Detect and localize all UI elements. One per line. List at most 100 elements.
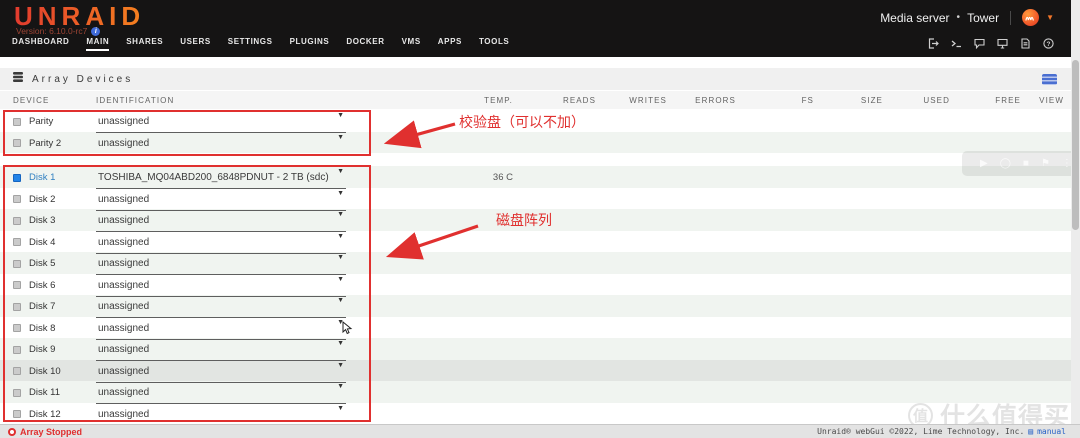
nav-shares[interactable]: SHARES	[126, 37, 163, 51]
disk-assignment-select[interactable]: unassigned ▼	[96, 252, 346, 275]
chevron-down-icon: ▼	[337, 405, 344, 412]
array-devices-icon	[12, 70, 24, 88]
device-label: Parity 2	[29, 138, 61, 149]
array-devices-title: Array Devices	[32, 74, 133, 85]
table-row: Disk 1 TOSHIBA_MQ04ABD200_6848PDNUT - 2 …	[0, 166, 1071, 188]
log-icon[interactable]	[1020, 38, 1031, 49]
chevron-down-icon: ▼	[337, 190, 344, 197]
disk-status-icon	[13, 389, 21, 397]
app-header: UNRAID Version: 6.10.0-rc7 i Media serve…	[0, 0, 1080, 57]
chevron-down-icon: ▼	[337, 211, 344, 218]
disk-assignment-select[interactable]: unassigned ▼	[96, 110, 346, 133]
disk-assignment-select[interactable]: TOSHIBA_MQ04ABD200_6848PDNUT - 2 TB (sdc…	[96, 166, 346, 189]
nav-vms[interactable]: VMS	[402, 37, 421, 51]
divider	[1010, 11, 1011, 25]
nav-plugins[interactable]: PLUGINS	[290, 37, 330, 51]
disk-rows-group: Disk 1 TOSHIBA_MQ04ABD200_6848PDNUT - 2 …	[0, 166, 1071, 424]
chevron-down-icon: ▼	[337, 340, 344, 347]
chevron-down-icon: ▼	[337, 383, 344, 390]
array-devices-header: Array Devices	[0, 68, 1071, 90]
scrollbar-thumb[interactable]	[1072, 60, 1079, 230]
copyright-text: Unraid® webGui ©2022, Lime Technology, I…	[817, 427, 1024, 436]
selected-device-value: unassigned	[98, 237, 149, 248]
disk-assignment-select[interactable]: unassigned ▼	[96, 274, 346, 297]
nav-docker[interactable]: DOCKER	[346, 37, 384, 51]
play-icon: ▶	[980, 158, 988, 169]
disk-status-icon	[13, 346, 21, 354]
disk-status-icon	[13, 410, 21, 418]
disk-status-icon	[13, 238, 21, 246]
chevron-down-icon: ▼	[337, 276, 344, 283]
parity-rows-group: Parity unassigned ▼ Parity 2 unassigned	[0, 110, 1071, 153]
selected-device-value: unassigned	[98, 409, 149, 420]
nav-apps[interactable]: APPS	[438, 37, 462, 51]
table-row: Disk 3 unassigned ▼	[0, 209, 1071, 231]
selected-device-value: unassigned	[98, 387, 149, 398]
nav-main[interactable]: MAIN	[86, 37, 109, 51]
circle-icon: ◯	[1000, 158, 1011, 169]
list-view-toggle-icon[interactable]	[1042, 74, 1057, 85]
manual-book-icon: ▤	[1028, 427, 1033, 436]
help-icon[interactable]: ?	[1043, 38, 1054, 49]
version-info-icon[interactable]: i	[91, 27, 100, 36]
chevron-down-icon: ▼	[337, 134, 344, 141]
table-row: Parity unassigned ▼	[0, 110, 1071, 132]
disk-assignment-select[interactable]: unassigned ▼	[96, 295, 346, 318]
selected-device-value: unassigned	[98, 366, 149, 377]
disk-status-icon	[13, 174, 21, 182]
main-nav: DASHBOARD MAIN SHARES USERS SETTINGS PLUGINS D…	[12, 37, 509, 51]
disk-assignment-select[interactable]: unassigned ▼	[96, 403, 346, 426]
device-label[interactable]: Disk 1	[29, 172, 55, 183]
flag-icon: ⚑	[1041, 158, 1050, 169]
vertical-scrollbar[interactable]	[1071, 0, 1080, 438]
array-stopped-icon	[8, 428, 16, 436]
device-label: Disk 2	[29, 194, 55, 205]
chevron-down-icon: ▼	[337, 233, 344, 240]
table-row: Disk 5 unassigned ▼	[0, 252, 1071, 274]
disk-status-icon	[13, 260, 21, 268]
nav-dashboard[interactable]: DASHBOARD	[12, 37, 69, 51]
disk-assignment-select[interactable]: unassigned ▼	[96, 338, 346, 361]
table-row: Parity 2 unassigned ▼	[0, 132, 1071, 154]
selected-device-value: unassigned	[98, 138, 149, 149]
device-label: Disk 11	[29, 387, 60, 398]
display-icon[interactable]	[997, 38, 1008, 49]
disk-assignment-select[interactable]: unassigned ▼	[96, 360, 346, 383]
device-label: Disk 7	[29, 301, 55, 312]
nav-users[interactable]: USERS	[180, 37, 211, 51]
table-row: Disk 4 unassigned ▼	[0, 231, 1071, 253]
chevron-down-icon[interactable]: ▼	[1046, 13, 1054, 22]
disk-assignment-select[interactable]: unassigned ▼	[96, 381, 346, 404]
feedback-icon[interactable]	[974, 38, 985, 49]
disk-status-icon	[13, 281, 21, 289]
column-header-writes: WRITES	[596, 96, 667, 105]
column-header-device: DEVICE	[0, 96, 96, 105]
disk-status-icon	[13, 367, 21, 375]
mouse-cursor	[342, 321, 354, 335]
disk-assignment-select[interactable]: unassigned ▼	[96, 209, 346, 232]
logout-icon[interactable]	[928, 38, 939, 49]
selected-device-value: unassigned	[98, 301, 149, 312]
server-description: Media server	[880, 11, 949, 25]
chevron-down-icon: ▼	[337, 112, 344, 119]
selected-device-value: unassigned	[98, 116, 149, 127]
disk-assignment-select[interactable]: unassigned ▼	[96, 317, 346, 340]
column-header-size: SIZE	[814, 96, 883, 105]
column-header-errors: ERRORS	[667, 96, 736, 105]
column-header-fs: FS	[736, 96, 814, 105]
column-header-view: VIEW	[1021, 96, 1064, 105]
disk-assignment-select[interactable]: unassigned ▼	[96, 188, 346, 211]
column-header-used: USED	[883, 96, 950, 105]
disk-assignment-select[interactable]: unassigned ▼	[96, 231, 346, 254]
terminal-icon[interactable]	[951, 38, 962, 49]
column-header-reads: READS	[513, 96, 596, 105]
nav-tools[interactable]: TOOLS	[479, 37, 509, 51]
nav-settings[interactable]: SETTINGS	[228, 37, 273, 51]
disk-status-icon	[13, 303, 21, 311]
user-avatar[interactable]	[1022, 9, 1039, 26]
table-row: Disk 2 unassigned ▼	[0, 188, 1071, 210]
disk-assignment-select[interactable]: unassigned ▼	[96, 132, 346, 155]
header-toolbar: ?	[928, 38, 1054, 49]
video-player-controls-overlay: ▶ ◯ ■ ⚑ ⋮	[962, 151, 1080, 176]
manual-link[interactable]: manual	[1037, 427, 1066, 436]
